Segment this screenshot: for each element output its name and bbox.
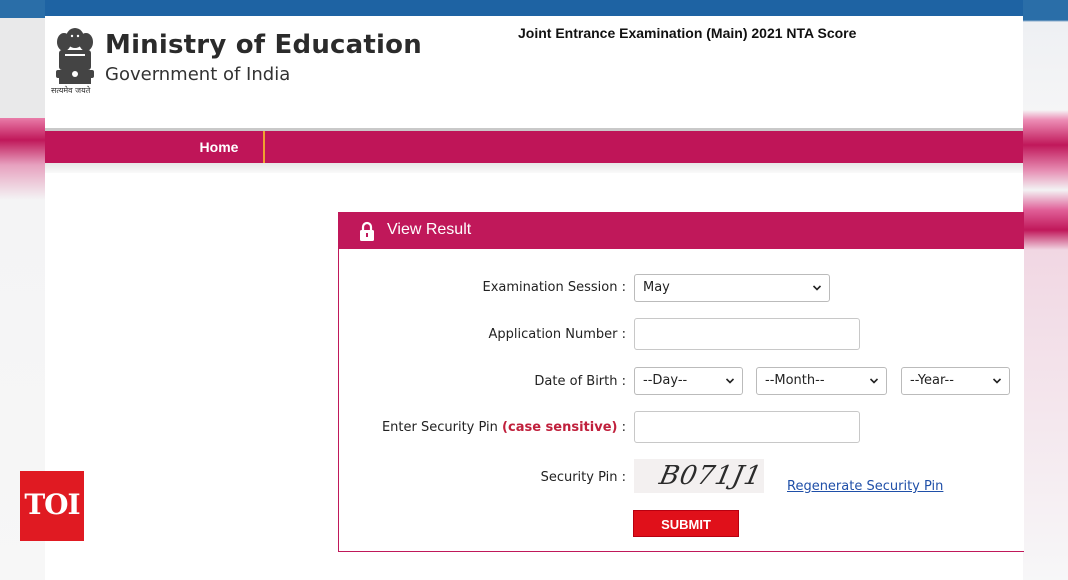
- nav-item-home[interactable]: Home: [175, 131, 265, 163]
- captcha-text: B071J1: [656, 461, 765, 491]
- site-header: Ministry of Education Government of Indi…: [45, 16, 1023, 128]
- captcha-label: Security Pin :: [540, 470, 626, 485]
- view-result-panel: View Result Examination Session : May Ap…: [338, 212, 1024, 552]
- security-pin-label-prefix: Enter Security Pin: [381, 420, 498, 435]
- lock-icon: [360, 221, 374, 241]
- application-label: Application Number :: [488, 327, 626, 342]
- security-pin-input[interactable]: [634, 411, 860, 443]
- dob-month-value: --Month--: [765, 373, 825, 388]
- session-select[interactable]: May: [634, 274, 830, 302]
- exam-title: Joint Entrance Examination (Main) 2021 N…: [518, 25, 857, 41]
- captcha-image: B071J1: [634, 459, 765, 493]
- chevron-down-icon: [993, 378, 1001, 384]
- dob-year-select[interactable]: --Year--: [901, 367, 1010, 395]
- dob-year-value: --Year--: [910, 373, 954, 388]
- chevron-down-icon: [726, 378, 734, 384]
- security-pin-label: Enter Security Pin (case sensitive) :: [382, 420, 626, 435]
- dob-label: Date of Birth :: [534, 374, 626, 389]
- dob-month-select[interactable]: --Month--: [756, 367, 887, 395]
- top-blue-bar: [45, 0, 1023, 16]
- government-name: Government of India: [105, 64, 291, 85]
- emblem-motto: सत्यमेव जयते: [51, 86, 91, 95]
- toi-logo: TOI: [20, 471, 84, 541]
- submit-button[interactable]: SUBMIT: [633, 510, 739, 537]
- panel-title: View Result: [387, 221, 472, 238]
- security-pin-label-suffix: :: [621, 420, 626, 435]
- case-sensitive-note: (case sensitive): [502, 420, 618, 435]
- nav-shadow: [45, 163, 1023, 173]
- chevron-down-icon: [813, 285, 821, 291]
- panel-header: View Result: [339, 213, 1024, 249]
- dob-day-value: --Day--: [643, 373, 688, 388]
- regenerate-pin-link[interactable]: Regenerate Security Pin: [787, 479, 943, 494]
- chevron-down-icon: [870, 378, 878, 384]
- right-blur-margin: [1023, 0, 1068, 580]
- session-label: Examination Session :: [482, 280, 626, 295]
- nav-bar: Home: [45, 131, 1023, 163]
- session-select-value: May: [643, 280, 670, 295]
- ministry-name: Ministry of Education: [105, 30, 422, 60]
- application-number-input[interactable]: [634, 318, 860, 350]
- dob-day-select[interactable]: --Day--: [634, 367, 743, 395]
